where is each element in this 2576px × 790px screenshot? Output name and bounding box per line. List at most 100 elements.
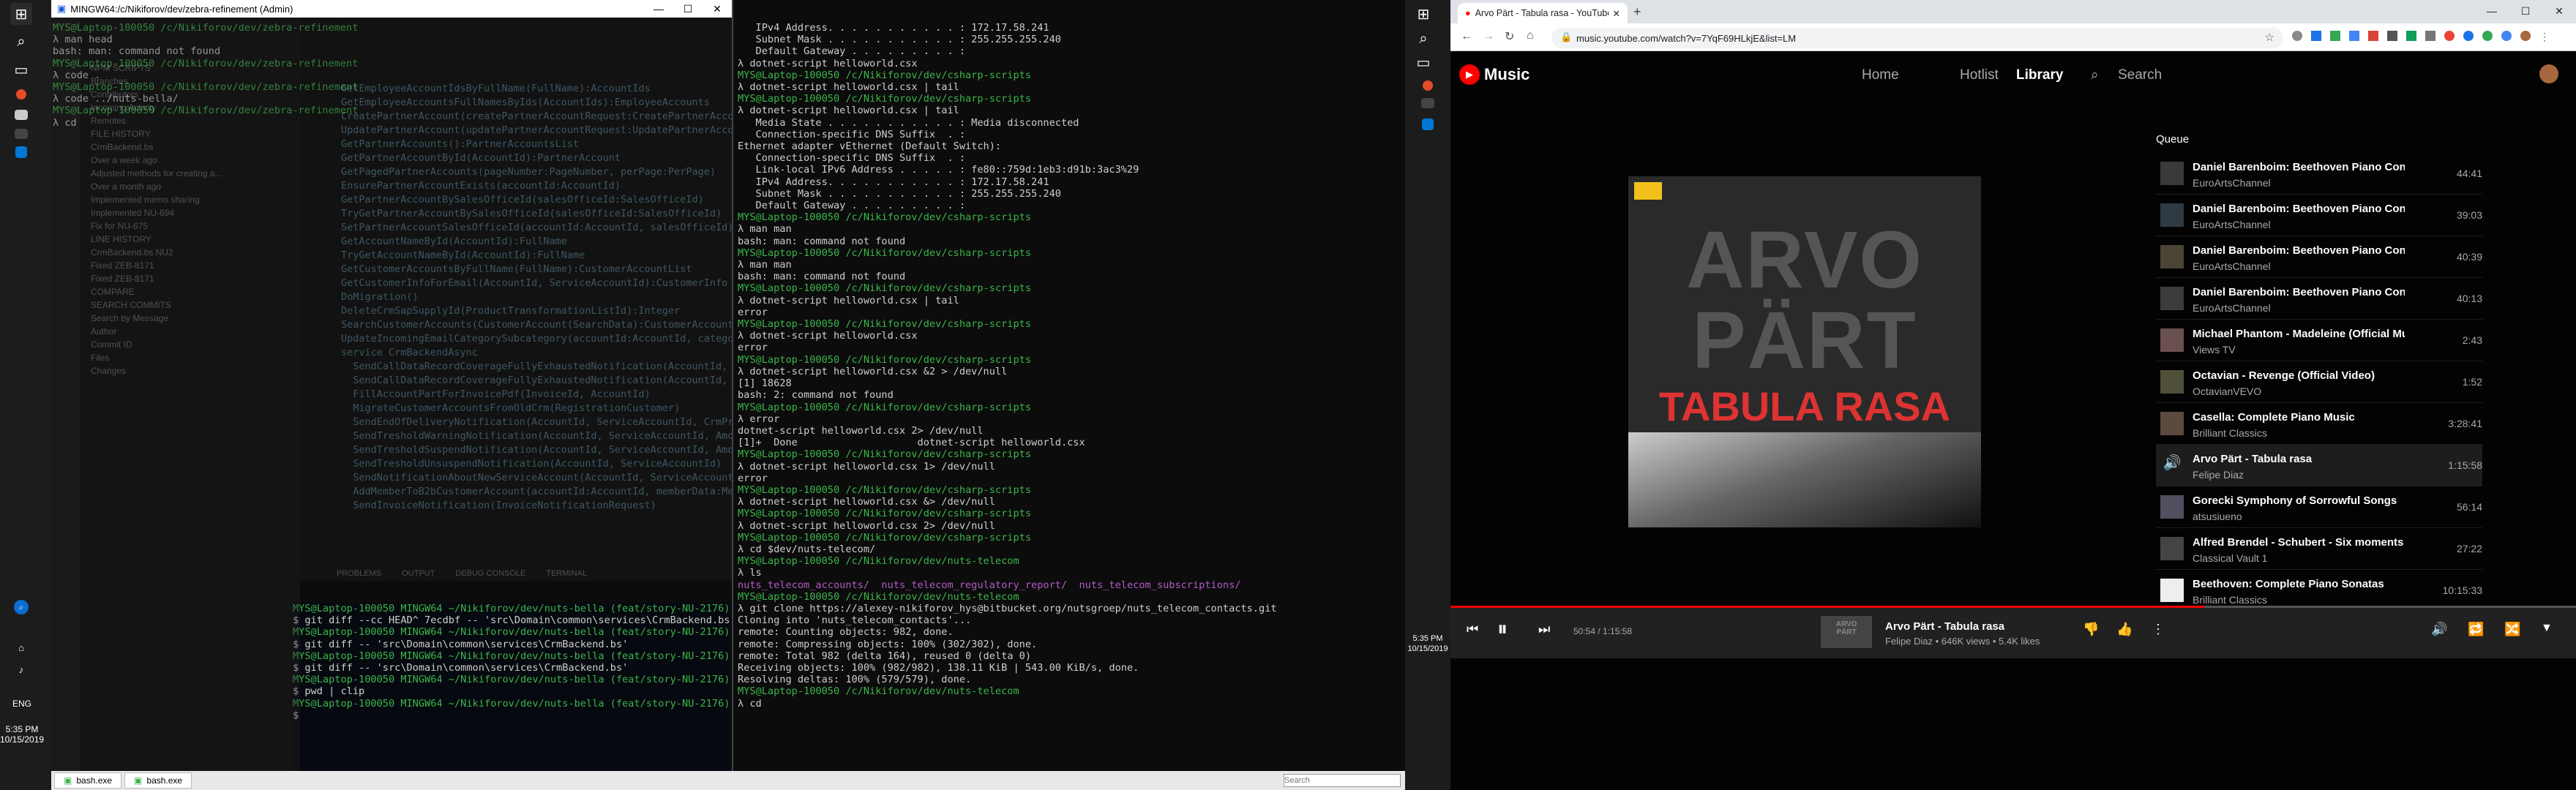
lang-indicator[interactable]: ENG — [3, 699, 41, 709]
extension-icon[interactable] — [2330, 31, 2340, 41]
close-icon[interactable]: ✕ — [2542, 0, 2576, 22]
extension-icon[interactable] — [2501, 31, 2512, 41]
extension-icon[interactable] — [2463, 31, 2474, 41]
extension-icon[interactable] — [2444, 31, 2455, 41]
back-icon[interactable]: ← — [1461, 30, 1472, 43]
dislike-icon[interactable]: 👎 — [2083, 622, 2099, 637]
menu-icon[interactable]: ⋮ — [2539, 31, 2550, 43]
extension-icon[interactable] — [2406, 31, 2416, 41]
address-bar[interactable]: 🔒 music.youtube.com/watch?v=7YqF69HLkjE&… — [1551, 28, 2283, 48]
terminal-window-1[interactable]: ▣ MINGW64:/c/Nikiforov/dev/zebra-refinem… — [51, 0, 732, 790]
extension-icon[interactable] — [2349, 31, 2359, 41]
forward-icon[interactable]: → — [1483, 30, 1494, 43]
search-icon[interactable]: ⌕ — [1412, 28, 1434, 50]
home-icon[interactable]: ⌂ — [1527, 29, 1534, 42]
nav-home[interactable]: Home — [1862, 67, 1899, 83]
like-icon[interactable]: 👍 — [2116, 622, 2133, 637]
terminal-line: Default Gateway . . . . . . . . . : — [738, 200, 965, 212]
queue-item[interactable]: Daniel Barenboim: Beethoven Piano Concer… — [2156, 195, 2482, 236]
minimize-icon[interactable]: — — [644, 3, 673, 15]
terminal-line: MYS@Laptop-100050 /c/Nikiforov/dev/cshar… — [738, 93, 1032, 105]
nav-search[interactable]: Search — [2118, 67, 2162, 83]
new-tab-button[interactable]: + — [1633, 4, 1641, 20]
terminal-output[interactable]: IPv4 Address. . . . . . . . . . . : 172.… — [738, 22, 1277, 710]
nav-hotlist[interactable]: Hotlist — [1960, 67, 1999, 83]
queue-item[interactable]: Daniel Barenboim: Beethoven Piano Concer… — [2156, 236, 2482, 278]
browser-tab[interactable]: ● Arvo Pärt - Tabula rasa - YouTube ✕ — [1458, 3, 1628, 23]
close-icon[interactable]: ✕ — [703, 3, 732, 15]
extension-icon[interactable] — [2368, 31, 2378, 41]
terminal-titlebar[interactable]: ▣ MINGW64:/c/Nikiforov/dev/zebra-refinem… — [51, 0, 732, 18]
queue-item[interactable]: Alfred Brendel - Schubert - Six moments … — [2156, 528, 2482, 570]
notification-icon[interactable]: ⌕ — [14, 600, 29, 614]
shuffle-icon[interactable]: 🔀 — [2504, 622, 2520, 637]
queue-thumbnail — [2160, 537, 2184, 560]
bash-task-1[interactable]: ▣ bash.exe — [54, 772, 122, 789]
maximize-icon[interactable]: ☐ — [2509, 0, 2542, 22]
extension-icon[interactable] — [2425, 31, 2435, 41]
extension-icon[interactable] — [2292, 31, 2302, 41]
maximize-icon[interactable]: ☐ — [673, 3, 703, 15]
terminal-icon[interactable] — [15, 129, 28, 139]
queue-item[interactable]: Daniel Barenboim: Beethoven Piano Concer… — [2156, 278, 2482, 320]
terminal-line: MYS@Laptop-100050 /c/Nikiforov/dev/cshar… — [738, 318, 1032, 331]
terminal-icon[interactable] — [1421, 98, 1434, 108]
terminal-line: Link-local IPv6 Address . . . . . : fe80… — [738, 164, 1139, 176]
terminal-window-2[interactable]: IPv4 Address. . . . . . . . . . . : 172.… — [732, 0, 1405, 790]
queue-item-duration: 40:39 — [2456, 251, 2482, 263]
terminal-line: Ethernet adapter vEthernet (Default Swit… — [738, 140, 1002, 153]
task-view-icon[interactable]: ▭ — [1412, 51, 1434, 73]
extension-icon[interactable] — [2311, 31, 2321, 41]
queue-item-title: Daniel Barenboim: Beethoven Piano Concer… — [2193, 286, 2405, 298]
now-playing-title[interactable]: Arvo Pärt - Tabula rasa — [1885, 620, 2004, 633]
expand-icon[interactable]: ▼ — [2541, 622, 2553, 635]
minimize-icon[interactable]: — — [2475, 0, 2509, 22]
start-icon[interactable]: ⊞ — [10, 3, 32, 25]
more-icon[interactable]: ⋮ — [2152, 622, 2165, 637]
account-avatar[interactable] — [2539, 64, 2558, 83]
network-icon[interactable]: ⌂ — [10, 636, 32, 658]
progress-fill[interactable] — [1450, 606, 2205, 608]
bottom-search-input[interactable] — [1284, 774, 1401, 787]
terminal-line: λ cd — [738, 697, 768, 710]
folder-icon[interactable] — [15, 110, 28, 120]
terminal-output[interactable]: MYS@Laptop-100050 /c/Nikiforov/dev/zebra… — [53, 22, 358, 129]
bookmark-star-icon[interactable]: ☆ — [2265, 31, 2274, 44]
volume-icon[interactable]: ♪ — [10, 658, 32, 680]
reload-icon[interactable]: ↻ — [1505, 29, 1514, 44]
queue-item[interactable]: Casella: Complete Piano Music Brilliant C… — [2156, 403, 2482, 445]
task-view-icon[interactable]: ▭ — [10, 59, 32, 80]
queue-item[interactable]: Daniel Barenboim: Beethoven Piano Concer… — [2156, 153, 2482, 195]
terminal-line: MYS@Laptop-100050 /c/Nikiforov/dev/zebra… — [53, 57, 359, 69]
pause-icon[interactable]: ⏸ — [1497, 617, 1508, 642]
profile-avatar[interactable] — [2520, 31, 2531, 41]
next-icon[interactable]: ⏭ — [1538, 622, 1550, 637]
volume-icon[interactable]: 🔊 — [2431, 622, 2447, 637]
vscode-icon[interactable] — [1422, 118, 1434, 130]
extension-icon[interactable] — [2387, 31, 2397, 41]
start-icon[interactable]: ⊞ — [1412, 3, 1434, 25]
queue-item[interactable]: Gorecki Symphony of Sorrowful Songs atsus… — [2156, 486, 2482, 528]
search-icon[interactable]: ⌕ — [2091, 67, 2099, 83]
now-playing-icon: 🔊 — [2163, 455, 2182, 471]
repeat-icon[interactable]: 🔁 — [2468, 622, 2484, 637]
vscode-icon[interactable] — [15, 146, 27, 158]
extension-icon[interactable] — [2482, 31, 2493, 41]
queue-item[interactable]: Octavian - Revenge (Official Video) Octav… — [2156, 361, 2482, 403]
queue-item[interactable]: 🔊 Arvo Pärt - Tabula rasa Felipe Diaz 1:15:… — [2156, 445, 2482, 486]
nav-library[interactable]: Library — [2016, 67, 2063, 83]
terminal-line: [1] 18628 — [738, 377, 792, 390]
chrome-icon[interactable] — [1423, 80, 1433, 91]
queue-item[interactable]: Michael Phantom - Madeleine (Official Mu… — [2156, 320, 2482, 361]
search-icon[interactable]: ⌕ — [10, 31, 32, 53]
bash-task-2[interactable]: ▣ bash.exe — [124, 772, 192, 789]
browser-window[interactable]: ● Arvo Pärt - Tabula rasa - YouTube ✕ + … — [1450, 0, 2576, 790]
terminal-output-bottom[interactable]: MYS@Laptop-100050 MINGW64 ~/Nikiforov/de… — [293, 603, 732, 771]
ytmusic-logo[interactable]: ▶ Music — [1459, 64, 1530, 85]
terminal-line: λ dotnet-script helloworld.csx &2 > /dev… — [738, 365, 1008, 377]
chrome-icon[interactable] — [16, 89, 26, 99]
clock[interactable]: 5:35 PM 10/15/2019 — [1405, 633, 1450, 654]
clock[interactable]: 5:35 PM 10/15/2019 — [0, 724, 44, 745]
previous-icon[interactable]: ⏮ — [1467, 622, 1478, 637]
close-tab-icon[interactable]: ✕ — [1613, 8, 1620, 19]
